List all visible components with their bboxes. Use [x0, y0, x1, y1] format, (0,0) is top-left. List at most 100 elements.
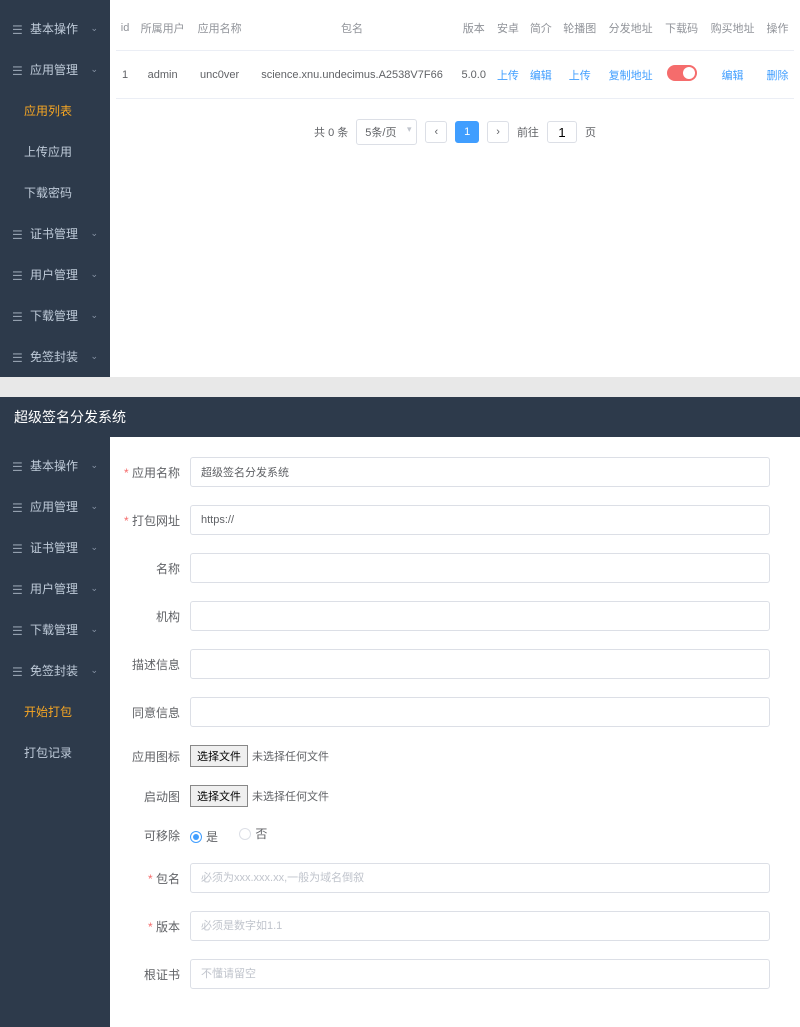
input-appname[interactable]: [190, 457, 770, 487]
label-url: 打包网址: [110, 512, 190, 529]
sidebar-item-app-mgmt[interactable]: ☰应用管理⌄: [0, 49, 110, 90]
chevron-down-icon: ⌄: [90, 23, 98, 34]
label-org: 机构: [110, 608, 190, 625]
table-row: 1 admin unc0ver science.xnu.undecimus.A2…: [116, 51, 794, 99]
input-org[interactable]: [190, 601, 770, 631]
sidebar-item-upload-app[interactable]: 上传应用: [0, 131, 110, 172]
sidebar-item-nosign-pack[interactable]: ☰免签封装⌄: [0, 650, 110, 691]
download-icon: ☰: [12, 310, 24, 322]
pager-prev[interactable]: ‹: [425, 121, 447, 143]
download-icon: ☰: [12, 624, 24, 636]
th-dlcode: 下载码: [659, 6, 704, 51]
th-id: id: [116, 6, 134, 51]
cell-name: unc0ver: [191, 51, 248, 99]
input-name[interactable]: [190, 553, 770, 583]
pager-page-1[interactable]: 1: [455, 121, 479, 143]
th-dist: 分发地址: [602, 6, 659, 51]
copy-dist-link[interactable]: 复制地址: [609, 70, 653, 82]
pager-goto-label: 前往: [517, 124, 539, 140]
app-icon: ☰: [12, 501, 24, 513]
choose-icon-button[interactable]: 选择文件: [190, 745, 248, 767]
dlcode-switch[interactable]: [667, 65, 697, 81]
sidebar-item-app-mgmt[interactable]: ☰应用管理⌄: [0, 486, 110, 527]
chevron-down-icon: ⌄: [90, 460, 98, 471]
pager-goto-input[interactable]: [547, 121, 577, 143]
input-desc[interactable]: [190, 649, 770, 679]
launch-file-status: 未选择任何文件: [252, 791, 329, 803]
th-user: 所属用户: [134, 6, 191, 51]
package-icon: ☰: [12, 665, 24, 677]
pack-form: 应用名称 打包网址 名称 机构 描述信息 同意信息 应用图标选择文件未选择任何文…: [110, 437, 800, 1027]
sidebar-item-start-pack[interactable]: 开始打包: [0, 691, 110, 732]
radio-dot-on-icon: [190, 831, 202, 843]
sidebar-item-app-list[interactable]: 应用列表: [0, 90, 110, 131]
sidebar-item-user-mgmt[interactable]: ☰用户管理⌄: [0, 254, 110, 295]
sidebar-item-basic[interactable]: ☰基本操作⌄: [0, 445, 110, 486]
header-title: 超级签名分发系统: [0, 397, 800, 437]
chevron-down-icon: ⌄: [90, 228, 98, 239]
th-intro: 简介: [524, 6, 557, 51]
chevron-down-icon: ⌄: [90, 583, 98, 594]
package-icon: ☰: [12, 351, 24, 363]
label-ver: 版本: [110, 918, 190, 935]
label-cert: 根证书: [110, 966, 190, 983]
sidebar-item-download-pwd[interactable]: 下载密码: [0, 172, 110, 213]
sidebar-item-cert-mgmt[interactable]: ☰证书管理⌄: [0, 213, 110, 254]
chevron-down-icon: ⌄: [90, 501, 98, 512]
radio-removable-no[interactable]: 否: [239, 825, 267, 842]
label-desc: 描述信息: [110, 656, 190, 673]
pager-page-label: 页: [585, 124, 596, 140]
input-agree[interactable]: [190, 697, 770, 727]
sidebar-item-download-mgmt[interactable]: ☰下载管理⌄: [0, 295, 110, 336]
cert-icon: ☰: [12, 228, 24, 240]
th-android: 安卓: [492, 6, 525, 51]
sidebar-item-pack-record[interactable]: 打包记录: [0, 732, 110, 773]
cell-ver: 5.0.0: [456, 51, 492, 99]
radio-dot-off-icon: [239, 828, 251, 840]
cell-id: 1: [116, 51, 134, 99]
label-name: 名称: [110, 560, 190, 577]
edit-intro-link[interactable]: 编辑: [530, 70, 552, 82]
delete-link[interactable]: 删除: [767, 70, 789, 82]
th-ver: 版本: [456, 6, 492, 51]
input-pkg[interactable]: [190, 863, 770, 893]
page-size-select[interactable]: 5条/页: [356, 119, 417, 145]
cell-user: admin: [134, 51, 191, 99]
pagination: 共 0 条 5条/页 ‹ 1 › 前往 页: [116, 119, 794, 145]
pager-next[interactable]: ›: [487, 121, 509, 143]
choose-launch-button[interactable]: 选择文件: [190, 785, 248, 807]
label-removable: 可移除: [110, 827, 190, 844]
sidebar-top: ☰基本操作⌄ ☰应用管理⌄ 应用列表 上传应用 下载密码 ☰证书管理⌄ ☰用户管…: [0, 0, 110, 377]
label-pkg: 包名: [110, 870, 190, 887]
users-icon: ☰: [12, 583, 24, 595]
sidebar-item-cert-mgmt[interactable]: ☰证书管理⌄: [0, 527, 110, 568]
main-content-top: id 所属用户 应用名称 包名 版本 安卓 简介 轮播图 分发地址 下载码 购买…: [110, 0, 800, 377]
input-cert[interactable]: [190, 959, 770, 989]
input-ver[interactable]: [190, 911, 770, 941]
chevron-down-icon: ⌄: [90, 624, 98, 635]
upload-android-link[interactable]: 上传: [497, 70, 519, 82]
label-icon: 应用图标: [110, 748, 190, 765]
sidebar-item-download-mgmt[interactable]: ☰下载管理⌄: [0, 609, 110, 650]
user-icon: ☰: [12, 23, 24, 35]
th-pkg: 包名: [248, 6, 456, 51]
sidebar-item-user-mgmt[interactable]: ☰用户管理⌄: [0, 568, 110, 609]
label-agree: 同意信息: [110, 704, 190, 721]
app-icon: ☰: [12, 64, 24, 76]
sidebar-bottom: ☰基本操作⌄ ☰应用管理⌄ ☰证书管理⌄ ☰用户管理⌄ ☰下载管理⌄ ☰免签封装…: [0, 437, 110, 1027]
chevron-down-icon: ⌄: [90, 351, 98, 362]
cell-pkg: science.xnu.undecimus.A2538V7F66: [248, 51, 456, 99]
radio-removable-yes[interactable]: 是: [190, 828, 218, 845]
upload-carousel-link[interactable]: 上传: [569, 70, 591, 82]
chevron-down-icon: ⌄: [90, 269, 98, 280]
edit-buy-link[interactable]: 编辑: [722, 70, 744, 82]
chevron-down-icon: ⌄: [90, 310, 98, 321]
user-icon: ☰: [12, 460, 24, 472]
chevron-down-icon: ⌄: [90, 542, 98, 553]
cert-icon: ☰: [12, 542, 24, 554]
sidebar-item-nosign-pack[interactable]: ☰免签封装⌄: [0, 336, 110, 377]
sidebar-item-basic[interactable]: ☰基本操作⌄: [0, 8, 110, 49]
input-url[interactable]: [190, 505, 770, 535]
label-appname: 应用名称: [110, 464, 190, 481]
th-op: 操作: [761, 6, 794, 51]
